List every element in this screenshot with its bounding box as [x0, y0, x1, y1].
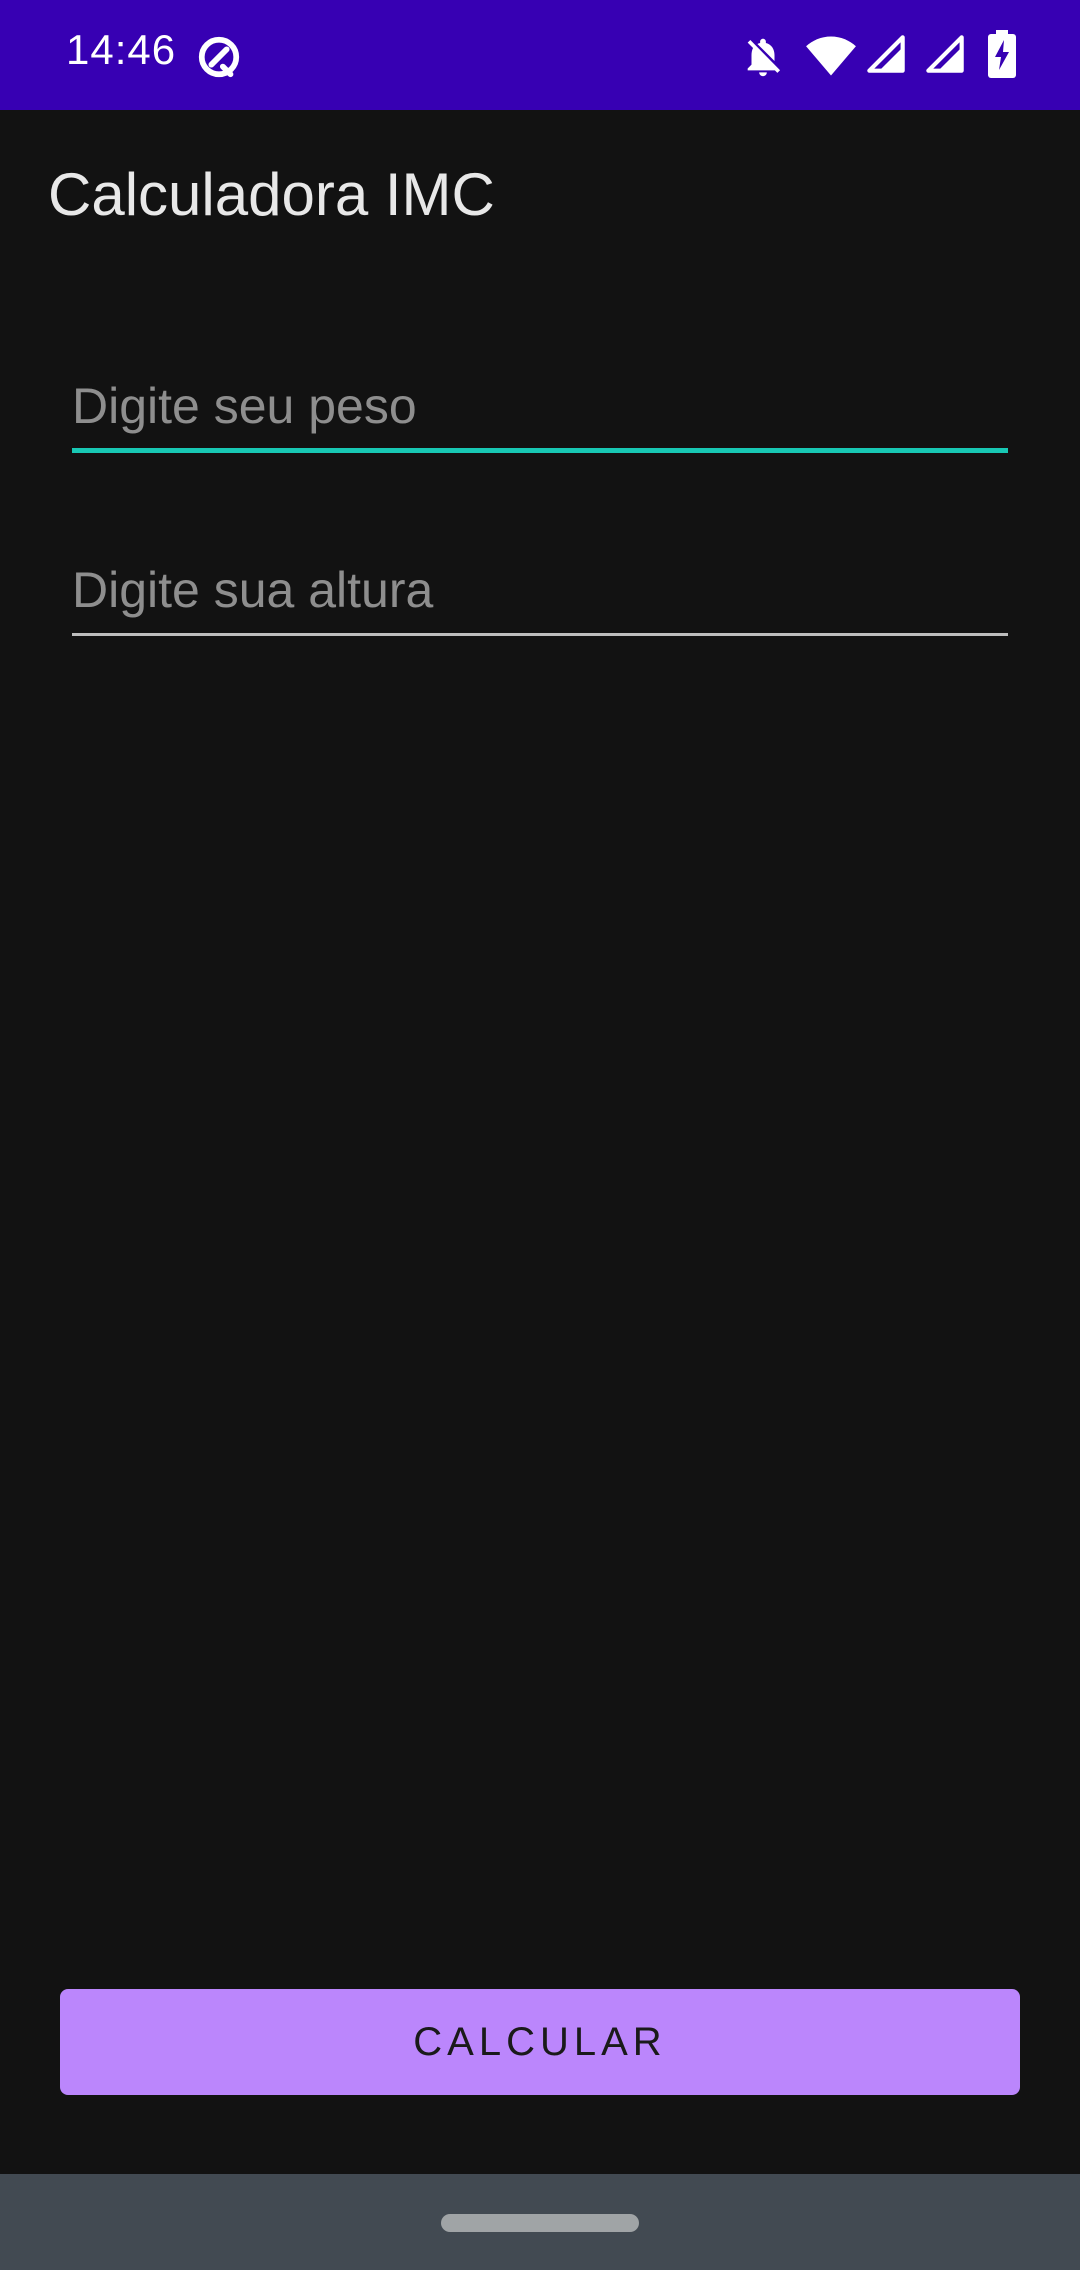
wifi-icon — [806, 36, 856, 76]
calculate-button[interactable]: CALCULAR — [60, 1989, 1020, 2095]
app-notification-icon — [198, 36, 240, 78]
height-input[interactable] — [72, 550, 1008, 630]
app-screen: 14:46 Calculadora IMC Digite seu peso Di… — [0, 0, 1080, 2270]
weight-input[interactable] — [72, 366, 1008, 446]
cell-signal-icon — [926, 35, 964, 73]
weight-field — [72, 366, 1008, 453]
home-gesture-handle[interactable] — [441, 2214, 639, 2232]
bell-off-icon — [747, 38, 781, 77]
cell-signal-icon — [867, 35, 905, 73]
battery-charging-icon — [988, 30, 1016, 78]
page-title: Calculadora IMC — [48, 161, 495, 228]
status-time: 14:46 — [66, 26, 177, 73]
height-input-underline — [72, 633, 1008, 636]
navigation-bar — [0, 2174, 1080, 2270]
weight-input-underline — [72, 448, 1008, 453]
height-field — [72, 550, 1008, 636]
status-bar: 14:46 — [0, 0, 1080, 110]
